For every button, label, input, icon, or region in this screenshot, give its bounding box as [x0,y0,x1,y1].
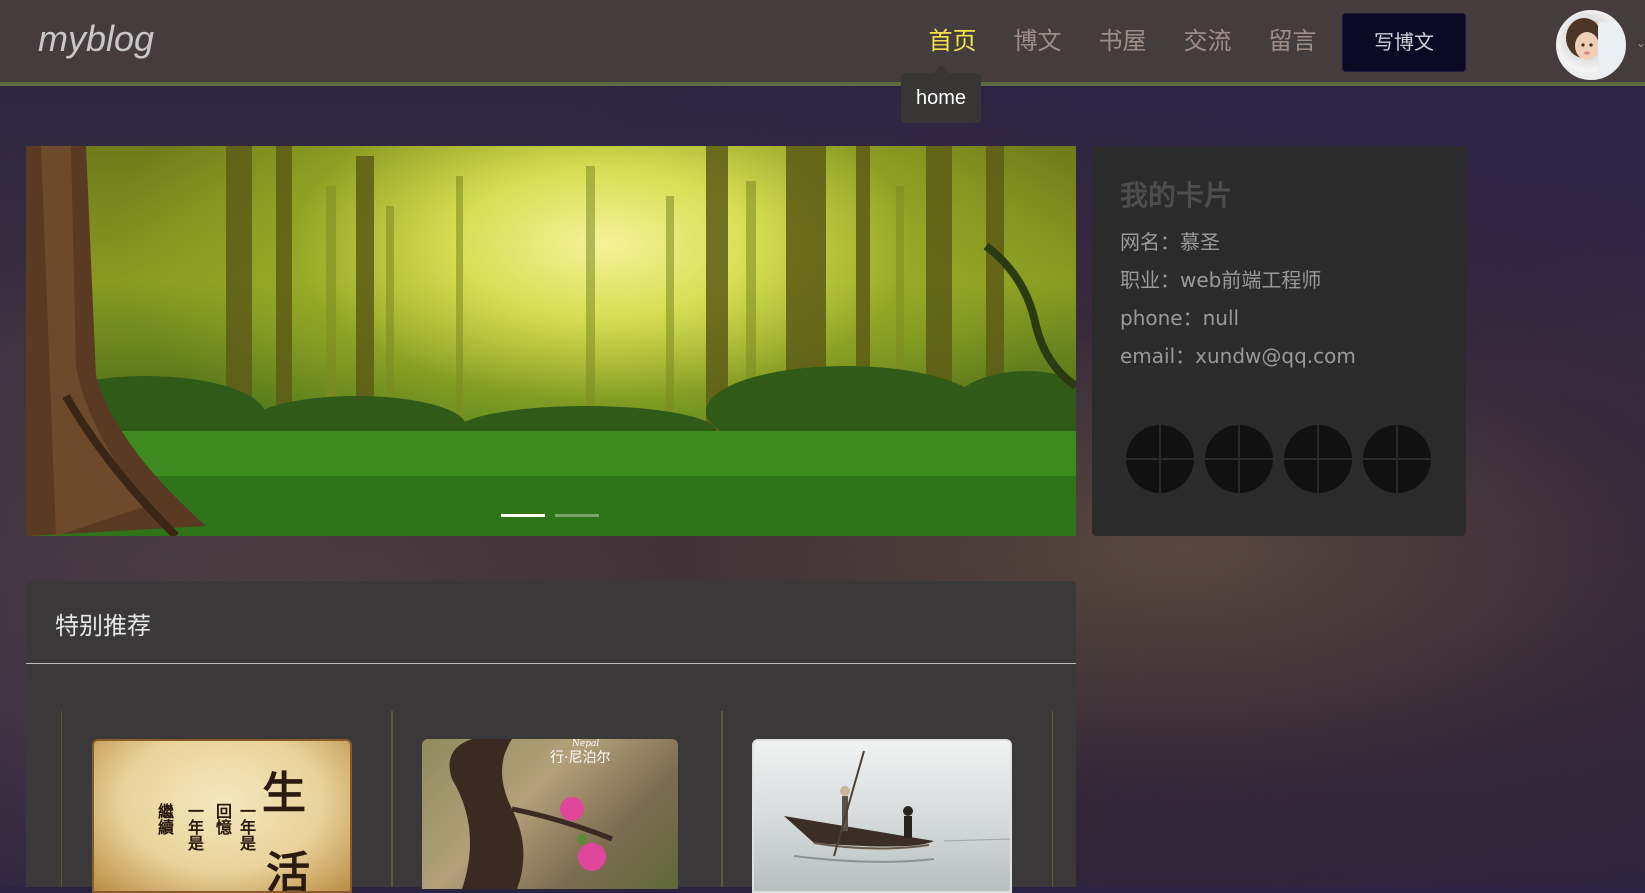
section-title: 特别推荐 [55,612,151,640]
nav-item-exchange[interactable]: 交流 [1165,0,1250,82]
card-title: 我的卡片 [1120,179,1233,212]
nav-item-bookhouse[interactable]: 书屋 [1080,0,1165,82]
nav-item-messages[interactable]: 留言 [1250,0,1335,82]
nav-item-home[interactable]: 首页 [910,0,995,82]
forest-banner-image [26,146,1076,536]
main-nav: 首页 博文 书屋 交流 留言 [910,0,1335,82]
carousel-indicators [501,514,599,517]
featured-item-3[interactable] [721,711,1053,893]
social-icon-1[interactable] [1126,425,1194,493]
featured-thumb-1[interactable]: 生 活 一年是 回憶 一年是 繼續 [92,739,352,893]
boat-image [784,750,1010,863]
thumb-text-4: 回憶 [213,803,232,835]
avatar-image [1566,18,1624,78]
featured-thumb-2[interactable]: 行·尼泊尔 Nepal [422,739,678,889]
thumb-text-5: 一年是 [185,803,204,851]
nav-item-posts[interactable]: 博文 [995,0,1080,82]
site-logo[interactable]: myblog [38,18,154,60]
thumb-text-2: 活 [266,848,310,893]
social-icon-2[interactable] [1205,425,1273,493]
featured-section: 特别推荐 生 活 一年是 回憶 一年是 繼續 行·尼泊尔 Nepal [26,581,1076,893]
thumb-text-3: 一年是 [237,803,256,851]
card-occupation: 职业：web前端工程师 [1120,268,1322,292]
social-icon-3[interactable] [1284,425,1352,493]
profile-card: 我的卡片 网名：慕圣 职业：web前端工程师 phone：null email：… [1092,146,1466,536]
featured-item-1[interactable]: 生 活 一年是 回憶 一年是 繼續 [61,711,393,893]
thumb-text-1: 生 [262,768,306,819]
carousel-dot-2[interactable] [555,514,599,517]
section-divider [26,663,1076,664]
thumb-caption: 行·尼泊尔 [550,750,611,766]
social-links [1126,425,1431,493]
featured-item-2[interactable]: 行·尼泊尔 Nepal [391,711,723,889]
nav-tooltip: home [901,65,981,123]
thumb-text-6: 繼續 [155,803,174,835]
banner-carousel[interactable] [26,146,1076,536]
user-avatar[interactable] [1556,10,1626,80]
write-post-button[interactable]: 写博文 [1342,13,1466,72]
card-phone: phone：null [1120,306,1240,330]
carousel-dot-1[interactable] [501,514,545,517]
chevron-down-icon[interactable]: ⌄ [1636,36,1645,50]
card-email: email：xundw@qq.com [1120,344,1356,368]
featured-thumb-3[interactable] [752,739,1012,893]
thumb-caption-en: Nepal [572,739,600,749]
social-icon-4[interactable] [1363,425,1431,493]
card-nickname: 网名：慕圣 [1120,230,1220,254]
